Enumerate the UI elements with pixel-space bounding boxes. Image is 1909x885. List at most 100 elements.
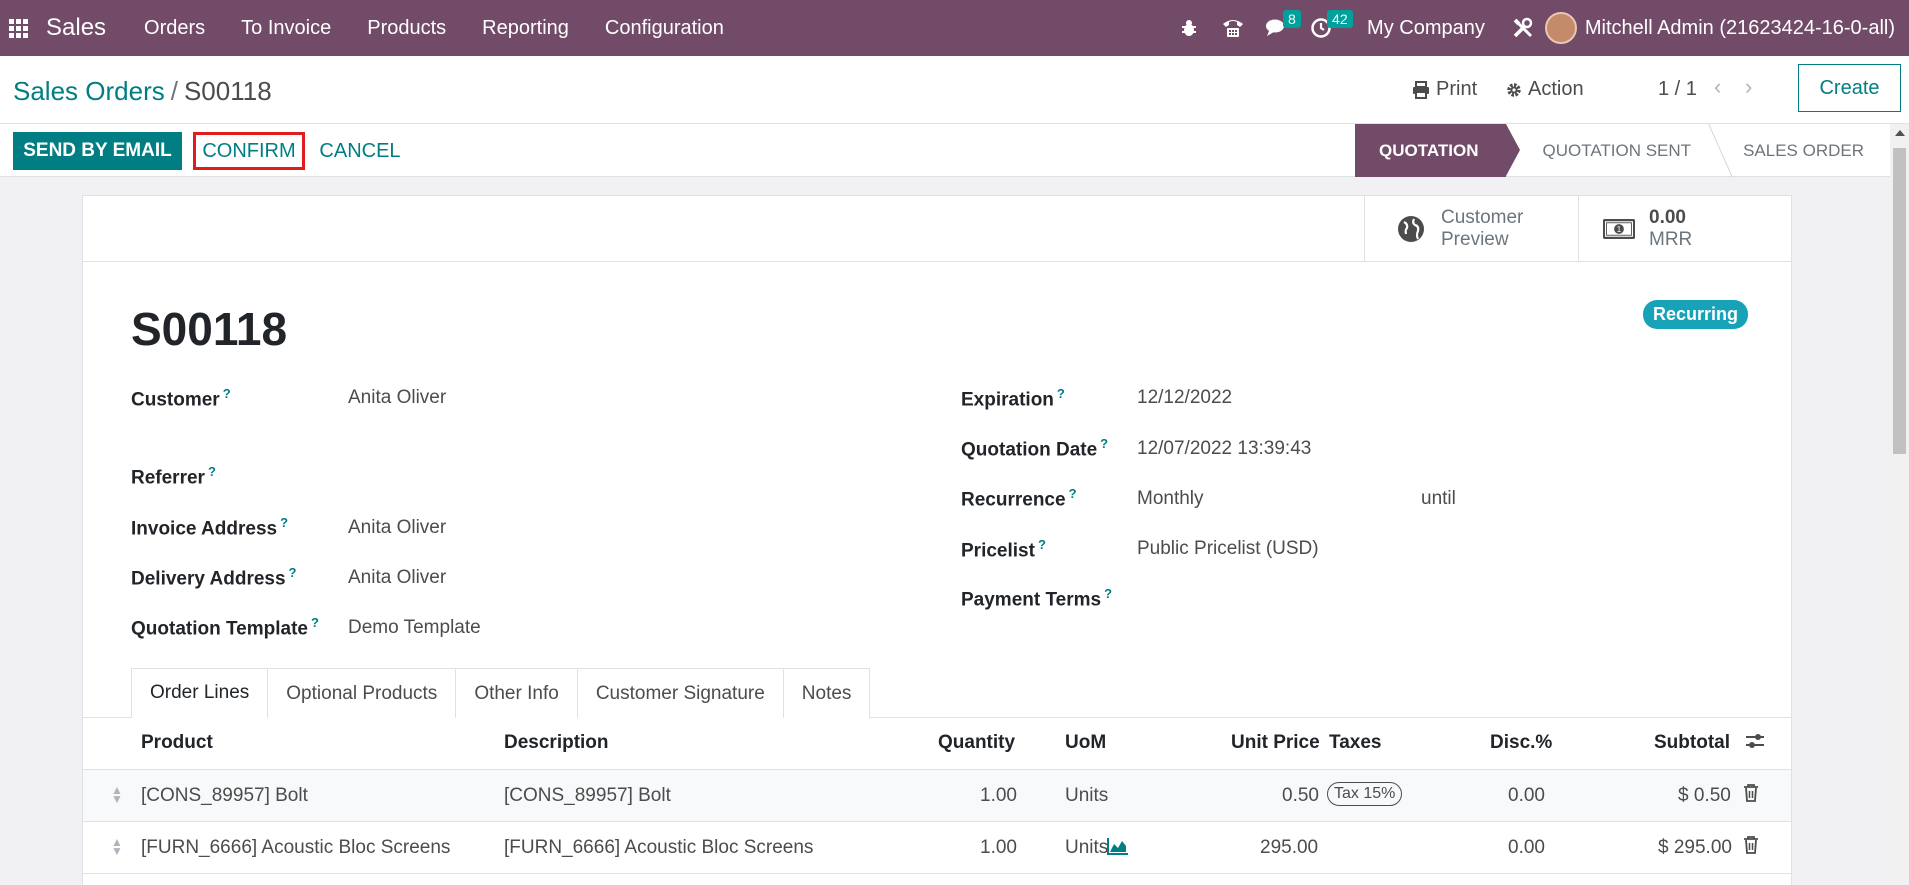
stage-quotation[interactable]: QUOTATION	[1355, 124, 1521, 177]
send-by-email-button[interactable]: SEND BY EMAIL	[13, 132, 182, 170]
trash-icon[interactable]	[1743, 784, 1759, 808]
quotation-template-field[interactable]: Demo Template	[348, 617, 481, 639]
tab-order-lines[interactable]: Order Lines	[131, 668, 269, 718]
col-uom[interactable]: UoM	[1065, 732, 1106, 754]
tools-icon[interactable]	[1501, 0, 1545, 56]
menu-reporting[interactable]: Reporting	[464, 17, 587, 40]
col-quantity[interactable]: Quantity	[938, 732, 1015, 754]
apps-menu-icon[interactable]	[0, 0, 36, 56]
help-icon[interactable]: ?	[1069, 486, 1077, 501]
company-switcher[interactable]: My Company	[1343, 17, 1501, 40]
breadcrumb-separator: /	[170, 76, 178, 106]
row-product[interactable]: [FURN_6666] Acoustic Bloc Screens	[141, 837, 450, 859]
drag-handle-icon[interactable]: ▲ ▼	[111, 836, 123, 858]
breadcrumb-sales-orders[interactable]: Sales Orders	[13, 76, 165, 106]
chevron-right-icon[interactable]: ›	[1745, 74, 1752, 100]
row-description[interactable]: [CONS_89957] Bolt	[504, 785, 671, 807]
pricelist-field[interactable]: Public Pricelist (USD)	[1137, 538, 1319, 560]
help-icon[interactable]: ?	[223, 386, 231, 401]
chevron-left-icon[interactable]: ‹	[1714, 74, 1721, 100]
app-name[interactable]: Sales	[46, 14, 106, 42]
trash-icon[interactable]	[1743, 836, 1759, 860]
messages-icon[interactable]: 8	[1255, 0, 1301, 56]
row-quantity[interactable]: 1.00	[980, 785, 1017, 807]
recurrence-field[interactable]: Monthly	[1137, 488, 1204, 510]
customer-label: Customer?	[131, 386, 231, 411]
expiration-field[interactable]: 12/12/2022	[1137, 387, 1232, 409]
invoice-address-field[interactable]: Anita Oliver	[348, 517, 446, 539]
referrer-label: Referrer?	[131, 464, 216, 489]
tax-badge[interactable]: Tax 15%	[1327, 782, 1403, 806]
customer-field[interactable]: Anita Oliver	[348, 387, 446, 409]
confirm-button[interactable]: CONFIRM	[193, 132, 305, 170]
row-discount[interactable]: 0.00	[1508, 837, 1545, 859]
user-menu[interactable]: Mitchell Admin (21623424-16-0-all)	[1585, 17, 1909, 40]
cancel-button[interactable]: CANCEL	[315, 132, 405, 170]
page-scrollbar[interactable]	[1890, 124, 1909, 885]
activities-badge: 42	[1327, 10, 1353, 28]
row-product[interactable]: [CONS_89957] Bolt	[141, 785, 308, 807]
forecast-chart-icon[interactable]	[1107, 837, 1129, 860]
help-icon[interactable]: ?	[1100, 436, 1108, 451]
help-icon[interactable]: ?	[208, 464, 216, 479]
pager-value[interactable]: 1 / 1	[1658, 78, 1697, 101]
printer-icon	[1413, 80, 1429, 99]
referrer-field[interactable]	[348, 464, 748, 488]
phone-icon[interactable]	[1211, 0, 1255, 56]
help-icon[interactable]: ?	[1057, 386, 1065, 401]
col-taxes[interactable]: Taxes	[1329, 732, 1381, 754]
help-icon[interactable]: ?	[289, 565, 297, 580]
record-title: S00118	[131, 303, 288, 355]
menu-orders[interactable]: Orders	[126, 17, 223, 40]
payment-terms-field[interactable]	[1137, 586, 1537, 610]
table-row[interactable]: ▲ ▼ [FURN_6666] Acoustic Bloc Screens [FU…	[83, 822, 1791, 874]
row-quantity[interactable]: 1.00	[980, 837, 1017, 859]
col-subtotal[interactable]: Subtotal	[1654, 732, 1730, 754]
table-header: Product Description Quantity UoM Unit Pr…	[83, 718, 1791, 770]
row-unit-price[interactable]: 295.00	[1260, 837, 1318, 859]
customer-preview-button[interactable]: Customer Preview	[1364, 196, 1578, 262]
stage-quotation-sent[interactable]: QUOTATION SENT	[1506, 124, 1717, 177]
row-description[interactable]: [FURN_6666] Acoustic Bloc Screens	[504, 837, 813, 859]
table-row[interactable]: ▲ ▼ [CONS_89957] Bolt [CONS_89957] Bolt 1…	[83, 770, 1791, 822]
quotation-date-field[interactable]: 12/07/2022 13:39:43	[1137, 438, 1311, 460]
menu-configuration[interactable]: Configuration	[587, 17, 742, 40]
scroll-up-arrow-icon[interactable]	[1895, 130, 1905, 136]
row-discount[interactable]: 0.00	[1508, 785, 1545, 807]
delivery-address-field[interactable]: Anita Oliver	[348, 567, 446, 589]
tab-notes[interactable]: Notes	[782, 668, 871, 718]
order-lines-table: Product Description Quantity UoM Unit Pr…	[83, 718, 1791, 874]
help-icon[interactable]: ?	[1038, 537, 1046, 552]
help-icon[interactable]: ?	[311, 615, 319, 630]
menu-products[interactable]: Products	[349, 17, 464, 40]
drag-handle-icon[interactable]: ▲ ▼	[111, 784, 123, 806]
help-icon[interactable]: ?	[280, 515, 288, 530]
tab-customer-signature[interactable]: Customer Signature	[576, 668, 784, 718]
col-description[interactable]: Description	[504, 732, 609, 754]
row-uom[interactable]: Units	[1065, 785, 1108, 807]
create-button[interactable]: Create	[1798, 64, 1901, 112]
scroll-thumb[interactable]	[1893, 148, 1906, 454]
user-avatar[interactable]	[1544, 12, 1577, 44]
control-panel: Sales Orders / S00118 Print Action 1 / 1 ‹…	[0, 56, 1909, 124]
column-settings-icon[interactable]	[1745, 732, 1765, 756]
tab-other-info[interactable]: Other Info	[455, 668, 578, 718]
row-subtotal: $ 0.50	[1678, 785, 1731, 806]
help-icon[interactable]: ?	[1104, 586, 1112, 601]
debug-bug-icon[interactable]	[1167, 0, 1211, 56]
smart-button-box: Customer Preview 1 0.00 MRR	[83, 196, 1791, 262]
menu-to-invoice[interactable]: To Invoice	[223, 17, 349, 40]
print-button[interactable]: Print	[1412, 78, 1477, 101]
form-sheet: Customer Preview 1 0.00 MRR Recurring S0…	[82, 195, 1792, 885]
action-button[interactable]: Action	[1506, 78, 1584, 101]
col-discount[interactable]: Disc.%	[1490, 732, 1552, 754]
stage-sales-order[interactable]: SALES ORDER	[1717, 124, 1890, 177]
mrr-button[interactable]: 1 0.00 MRR	[1578, 196, 1791, 262]
status-bar: SEND BY EMAIL CONFIRM CANCEL QUOTATION Q…	[0, 124, 1890, 177]
activities-clock-icon[interactable]: 42	[1299, 0, 1353, 56]
row-uom[interactable]: Units	[1065, 837, 1108, 859]
col-product[interactable]: Product	[141, 732, 213, 754]
row-unit-price[interactable]: 0.50	[1282, 785, 1319, 807]
col-unit-price[interactable]: Unit Price	[1231, 732, 1320, 754]
tab-optional-products[interactable]: Optional Products	[267, 668, 457, 718]
